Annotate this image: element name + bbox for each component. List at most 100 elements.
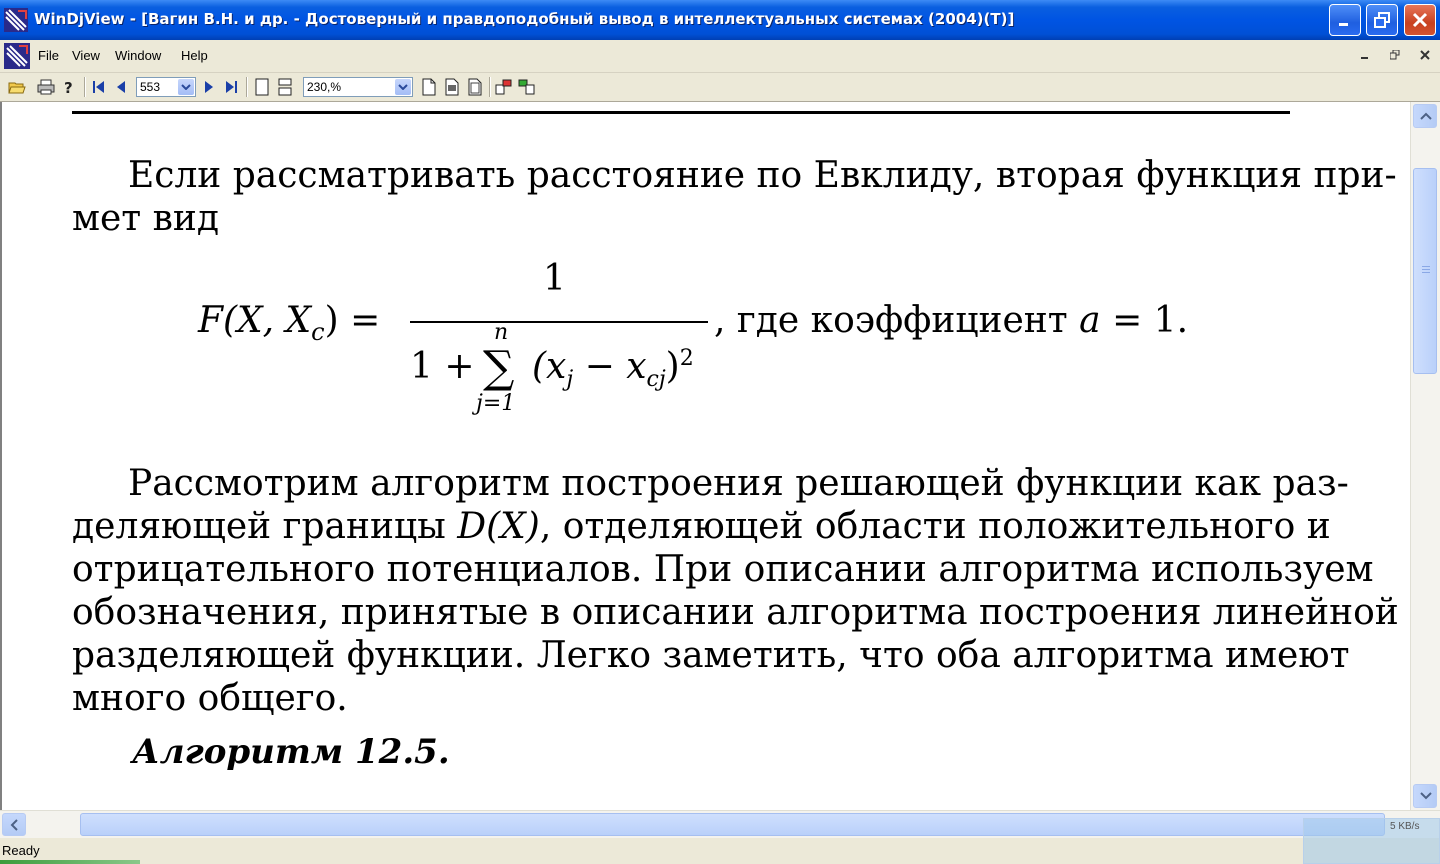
formula-rhs: , где коэффициент a = 1. — [714, 300, 1188, 341]
fraction-bar — [410, 321, 708, 323]
chevron-down-icon — [181, 84, 191, 90]
windjview-logo-icon — [4, 8, 28, 32]
text-line: Рассмотрим алгоритм построения решающей … — [72, 462, 1349, 505]
den-prefix: 1 + — [410, 346, 475, 387]
scroll-down-button[interactable] — [1413, 784, 1437, 808]
continuous-icon[interactable] — [276, 78, 294, 96]
last-page-icon[interactable] — [222, 78, 240, 96]
chevron-down-icon — [1420, 792, 1432, 800]
next-page-icon[interactable] — [200, 78, 218, 96]
algorithm-heading: Алгоритм 12.5. — [132, 732, 450, 772]
vertical-scroll-thumb[interactable] — [1413, 168, 1437, 374]
paragraph-1: Если рассматривать расстояние по Евклиду… — [72, 154, 1397, 240]
horizontal-scrollbar[interactable] — [0, 810, 1440, 838]
app-window: WinDjView - [Вагин В.Н. и др. - Достовер… — [0, 0, 1440, 864]
mdi-minimize-button[interactable] — [1356, 47, 1374, 65]
grip-line — [1422, 266, 1430, 267]
page-rule — [72, 111, 1290, 114]
rhs-end: = 1. — [1100, 300, 1189, 341]
toolbar: ? 553 230,% — [0, 73, 1440, 102]
grip-line — [1422, 269, 1430, 270]
first-page-icon[interactable] — [90, 78, 108, 96]
menu-help[interactable]: Help — [181, 48, 208, 63]
minimize-button[interactable] — [1329, 4, 1361, 36]
den-term: (x — [531, 346, 567, 387]
text-line: Если рассматривать расстояние по Евклиду… — [72, 154, 1397, 197]
scroll-up-button[interactable] — [1413, 104, 1437, 128]
toolbar-separator — [489, 77, 491, 97]
text-line: мет вид — [72, 198, 220, 239]
den-sup: 2 — [679, 346, 694, 371]
page-number-select[interactable]: 553 — [136, 77, 196, 97]
paragraph-2: Рассмотрим алгоритм построения решающей … — [72, 462, 1399, 720]
document-view[interactable]: Если рассматривать расстояние по Евклиду… — [0, 102, 1410, 810]
mdi-close-button[interactable] — [1416, 47, 1434, 65]
mdi-restore-button[interactable] — [1386, 47, 1404, 65]
rhs-var: a — [1079, 300, 1101, 341]
toolbar-separator — [246, 77, 248, 97]
menu-view[interactable]: View — [72, 48, 100, 63]
chevron-down-icon — [398, 84, 408, 90]
open-icon[interactable] — [8, 78, 26, 96]
taskbar-strip — [0, 860, 140, 864]
network-speed: 5 KB/s — [1390, 821, 1420, 832]
fraction-numerator: 1 — [543, 258, 566, 299]
svg-text:?: ? — [64, 79, 73, 96]
text-span: Рассмотрим алгоритм построения решающей … — [128, 463, 1349, 504]
chevron-left-icon — [10, 819, 18, 831]
text-line: деляющей границы D(X), отделяющей област… — [72, 505, 1331, 548]
rotate-left-icon[interactable] — [495, 78, 513, 96]
fit-page-icon[interactable] — [466, 78, 484, 96]
rhs-text: , где коэффициент — [714, 300, 1080, 341]
text-line: отрицательного потенциалов. При описании… — [72, 549, 1374, 590]
menu-bar: File View Window Help — [0, 40, 1440, 73]
djvu-page: Если рассматривать расстояние по Евклиду… — [2, 102, 1410, 810]
math-span: D(X) — [457, 506, 540, 547]
chevron-up-icon — [1420, 112, 1432, 120]
dropdown-arrow[interactable] — [395, 79, 411, 95]
restore-icon — [1389, 49, 1400, 60]
formula: F(X, Xc) = 1 1 + (xj − xcj)2 ∑ n j=1 , г… — [198, 258, 1198, 430]
toolbar-separator — [84, 77, 86, 97]
status-text: Ready — [2, 843, 40, 858]
rotate-right-icon[interactable] — [518, 78, 536, 96]
actual-size-icon[interactable] — [420, 78, 438, 96]
formula-lhs-text: F(X, X — [198, 300, 312, 341]
horizontal-scroll-thumb[interactable] — [80, 813, 1385, 836]
den-end: ) — [665, 346, 680, 387]
maximize-button[interactable] — [1366, 4, 1398, 36]
text-line: обозначения, принятые в описании алгорит… — [72, 592, 1399, 633]
menu-window[interactable]: Window — [115, 48, 161, 63]
formula-lhs-end: ) = — [324, 300, 381, 341]
page-number-value: 553 — [140, 80, 161, 94]
sum-lower-limit: j=1 — [476, 391, 516, 416]
fit-width-icon[interactable] — [443, 78, 461, 96]
den-sub2: cj — [646, 367, 666, 393]
den-mid: − x — [573, 346, 647, 387]
document-icon[interactable] — [4, 43, 30, 69]
text-line: много общего. — [72, 678, 348, 719]
close-icon — [1420, 50, 1430, 60]
close-icon — [1412, 12, 1428, 28]
dropdown-arrow[interactable] — [178, 79, 194, 95]
minimize-icon — [1339, 23, 1348, 26]
scroll-left-button[interactable] — [2, 813, 26, 836]
restore-icon — [1374, 12, 1390, 28]
sum-symbol: ∑ — [483, 342, 515, 393]
grip-line — [1422, 272, 1430, 273]
print-icon[interactable] — [37, 78, 55, 96]
help-icon[interactable]: ? — [60, 78, 78, 96]
text-line: разделяющей функции. Легко заметить, что… — [72, 635, 1350, 676]
vertical-scrollbar[interactable] — [1410, 102, 1440, 810]
text-span: деляющей границы — [72, 506, 458, 547]
close-button[interactable] — [1404, 4, 1436, 36]
formula-lhs-sub: c — [311, 318, 325, 347]
single-page-icon[interactable] — [253, 78, 271, 96]
menu-file[interactable]: File — [38, 48, 59, 63]
window-title: WinDjView - [Вагин В.Н. и др. - Достовер… — [34, 10, 1015, 28]
zoom-value: 230,% — [307, 80, 342, 94]
title-bar[interactable]: WinDjView - [Вагин В.Н. и др. - Достовер… — [0, 0, 1440, 40]
formula-lhs: F(X, Xc) = — [198, 300, 380, 346]
zoom-select[interactable]: 230,% — [303, 77, 413, 97]
prev-page-icon[interactable] — [112, 78, 130, 96]
